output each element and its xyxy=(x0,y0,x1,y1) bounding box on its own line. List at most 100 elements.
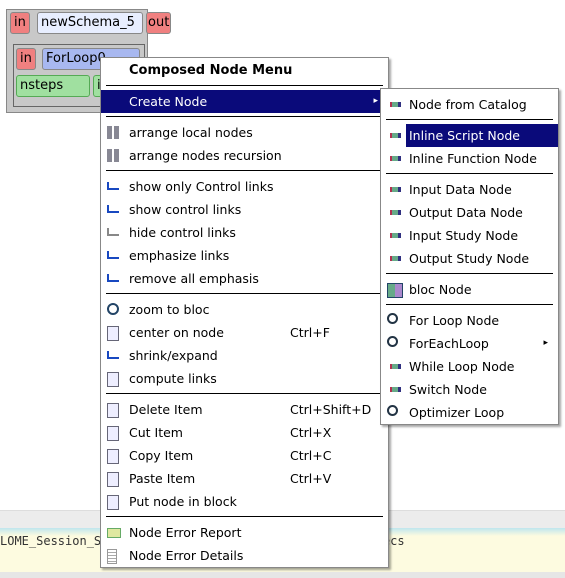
menu-item-center-on-node[interactable]: center on node Ctrl+F xyxy=(101,321,388,344)
menu-item-output-study-node[interactable]: Output Study Node xyxy=(381,247,558,270)
loop-in-port[interactable]: in xyxy=(16,48,36,70)
menu-item-zoom-to-bloc[interactable]: zoom to bloc xyxy=(101,298,388,321)
node-icon xyxy=(387,156,401,161)
menu-item-put-node-in-block[interactable]: Put node in block xyxy=(101,490,388,513)
menu-separator xyxy=(101,513,388,521)
menu-item-node-from-catalog[interactable]: Node from Catalog xyxy=(381,93,558,116)
menu-item-arrange-nodes-recursion[interactable]: arrange nodes recursion xyxy=(101,144,388,167)
loop-icon xyxy=(387,313,398,324)
menu-item-label: Node Error Report xyxy=(129,525,242,540)
shortcut-label: Ctrl+F xyxy=(290,325,330,340)
menu-item-foreachloop[interactable]: ForEachLoop ▸ xyxy=(381,332,558,355)
menu-separator xyxy=(381,170,558,178)
menu-item-input-data-node[interactable]: Input Data Node xyxy=(381,178,558,201)
menu-item-compute-links[interactable]: compute links xyxy=(101,367,388,390)
page-icon xyxy=(107,472,119,487)
menu-item-output-data-node[interactable]: Output Data Node xyxy=(381,201,558,224)
menu-item-create-node[interactable]: Create Node ▸ xyxy=(101,90,388,113)
menu-item-show-control-links[interactable]: show control links xyxy=(101,198,388,221)
menu-item-label: Output Study Node xyxy=(409,251,530,266)
page-icon xyxy=(107,403,119,418)
menu-item-bloc-node[interactable]: bloc Node xyxy=(381,278,558,301)
menu-item-for-loop-node[interactable]: For Loop Node xyxy=(381,309,558,332)
menu-separator xyxy=(101,390,388,398)
menu-item-label: show only Control links xyxy=(129,179,274,194)
menu-item-label: ForEachLoop xyxy=(409,336,489,351)
menu-item-label: Switch Node xyxy=(409,382,487,397)
link-icon xyxy=(107,182,119,190)
menu-item-label: show control links xyxy=(129,202,242,217)
node-icon xyxy=(387,210,401,215)
schema-title[interactable]: newSchema_5 xyxy=(37,12,143,34)
link-icon xyxy=(107,274,119,282)
menu-item-label: Node Error Details xyxy=(129,548,244,563)
menu-separator xyxy=(381,270,558,278)
menu-item-while-loop-node[interactable]: While Loop Node xyxy=(381,355,558,378)
menu-item-switch-node[interactable]: Switch Node xyxy=(381,378,558,401)
menu-item-label: Delete Item xyxy=(129,402,203,417)
node-icon xyxy=(387,256,401,261)
status-bar xyxy=(0,572,565,578)
menu-item-cut-item[interactable]: Cut Item Ctrl+X xyxy=(101,421,388,444)
cut-icon xyxy=(107,426,119,441)
menu-item-label: Put node in block xyxy=(129,494,237,509)
menu-item-label: Inline Script Node xyxy=(409,128,520,143)
schema-out-port[interactable]: out xyxy=(146,12,172,34)
menu-item-input-study-node[interactable]: Input Study Node xyxy=(381,224,558,247)
menu-item-delete-item[interactable]: Delete Item Ctrl+Shift+D xyxy=(101,398,388,421)
menu-item-arrange-local-nodes[interactable]: arrange local nodes xyxy=(101,121,388,144)
menu-item-optimizer-loop[interactable]: Optimizer Loop xyxy=(381,401,558,424)
menu-separator xyxy=(381,116,558,124)
page-icon xyxy=(107,372,119,387)
menu-item-label: shrink/expand xyxy=(129,348,218,363)
menu-separator xyxy=(101,290,388,298)
node-icon xyxy=(387,233,401,238)
menu-item-label: Output Data Node xyxy=(409,205,523,220)
nsteps-port[interactable]: nsteps xyxy=(16,75,90,97)
menu-item-label: hide control links xyxy=(129,225,236,240)
menu-item-label: Cut Item xyxy=(129,425,183,440)
menu-item-inline-script-node[interactable]: Inline Script Node xyxy=(387,124,558,147)
menu-item-label: arrange local nodes xyxy=(129,125,253,140)
menu-item-shrink-expand[interactable]: shrink/expand xyxy=(101,344,388,367)
menu-item-remove-all-emphasis[interactable]: remove all emphasis xyxy=(101,267,388,290)
page-icon xyxy=(107,449,119,464)
shortcut-label: Ctrl+Shift+D xyxy=(290,402,372,417)
node-icon xyxy=(387,364,401,369)
menu-item-label: For Loop Node xyxy=(409,313,500,328)
node-icon xyxy=(387,387,401,392)
grid-icon xyxy=(107,149,121,162)
create-node-submenu[interactable]: Node from Catalog Inline Script Node Inlin… xyxy=(380,88,559,425)
menu-item-inline-function-node[interactable]: Inline Function Node xyxy=(381,147,558,170)
menu-item-node-error-report[interactable]: Node Error Report xyxy=(101,521,388,544)
menu-item-label: Copy Item xyxy=(129,448,194,463)
menu-item-label: Node from Catalog xyxy=(409,97,527,112)
shortcut-label: Ctrl+V xyxy=(290,471,332,486)
menu-item-paste-item[interactable]: Paste Item Ctrl+V xyxy=(101,467,388,490)
menu-item-label: bloc Node xyxy=(409,282,472,297)
menu-separator xyxy=(101,82,388,90)
menu-item-label: zoom to bloc xyxy=(129,302,210,317)
node-icon xyxy=(387,133,401,138)
shortcut-label: Ctrl+C xyxy=(290,448,332,463)
grid-icon xyxy=(107,126,121,139)
menu-item-copy-item[interactable]: Copy Item Ctrl+C xyxy=(101,444,388,467)
page-icon xyxy=(107,495,119,510)
menu-item-label: Paste Item xyxy=(129,471,196,486)
submenu-arrow-icon: ▸ xyxy=(543,338,548,348)
menu-title: Composed Node Menu xyxy=(129,63,293,78)
schema-in-port[interactable]: in xyxy=(10,12,30,34)
shortcut-label: Ctrl+X xyxy=(290,425,332,440)
menu-item-emphasize-links[interactable]: emphasize links xyxy=(101,244,388,267)
bloc-icon xyxy=(387,283,403,298)
composed-node-menu[interactable]: Composed Node Menu Create Node ▸ arrange l… xyxy=(100,57,389,568)
menu-separator xyxy=(381,301,558,309)
loop-icon xyxy=(387,336,398,347)
menu-item-node-error-details[interactable]: Node Error Details xyxy=(101,544,388,567)
menu-item-hide-control-links[interactable]: hide control links xyxy=(101,221,388,244)
menu-item-label: Optimizer Loop xyxy=(409,405,505,420)
menu-item-label: compute links xyxy=(129,371,217,386)
menu-item-show-only-control-links[interactable]: show only Control links xyxy=(101,175,388,198)
submenu-arrow-icon: ▸ xyxy=(373,96,378,106)
menu-item-label: center on node xyxy=(129,325,224,340)
